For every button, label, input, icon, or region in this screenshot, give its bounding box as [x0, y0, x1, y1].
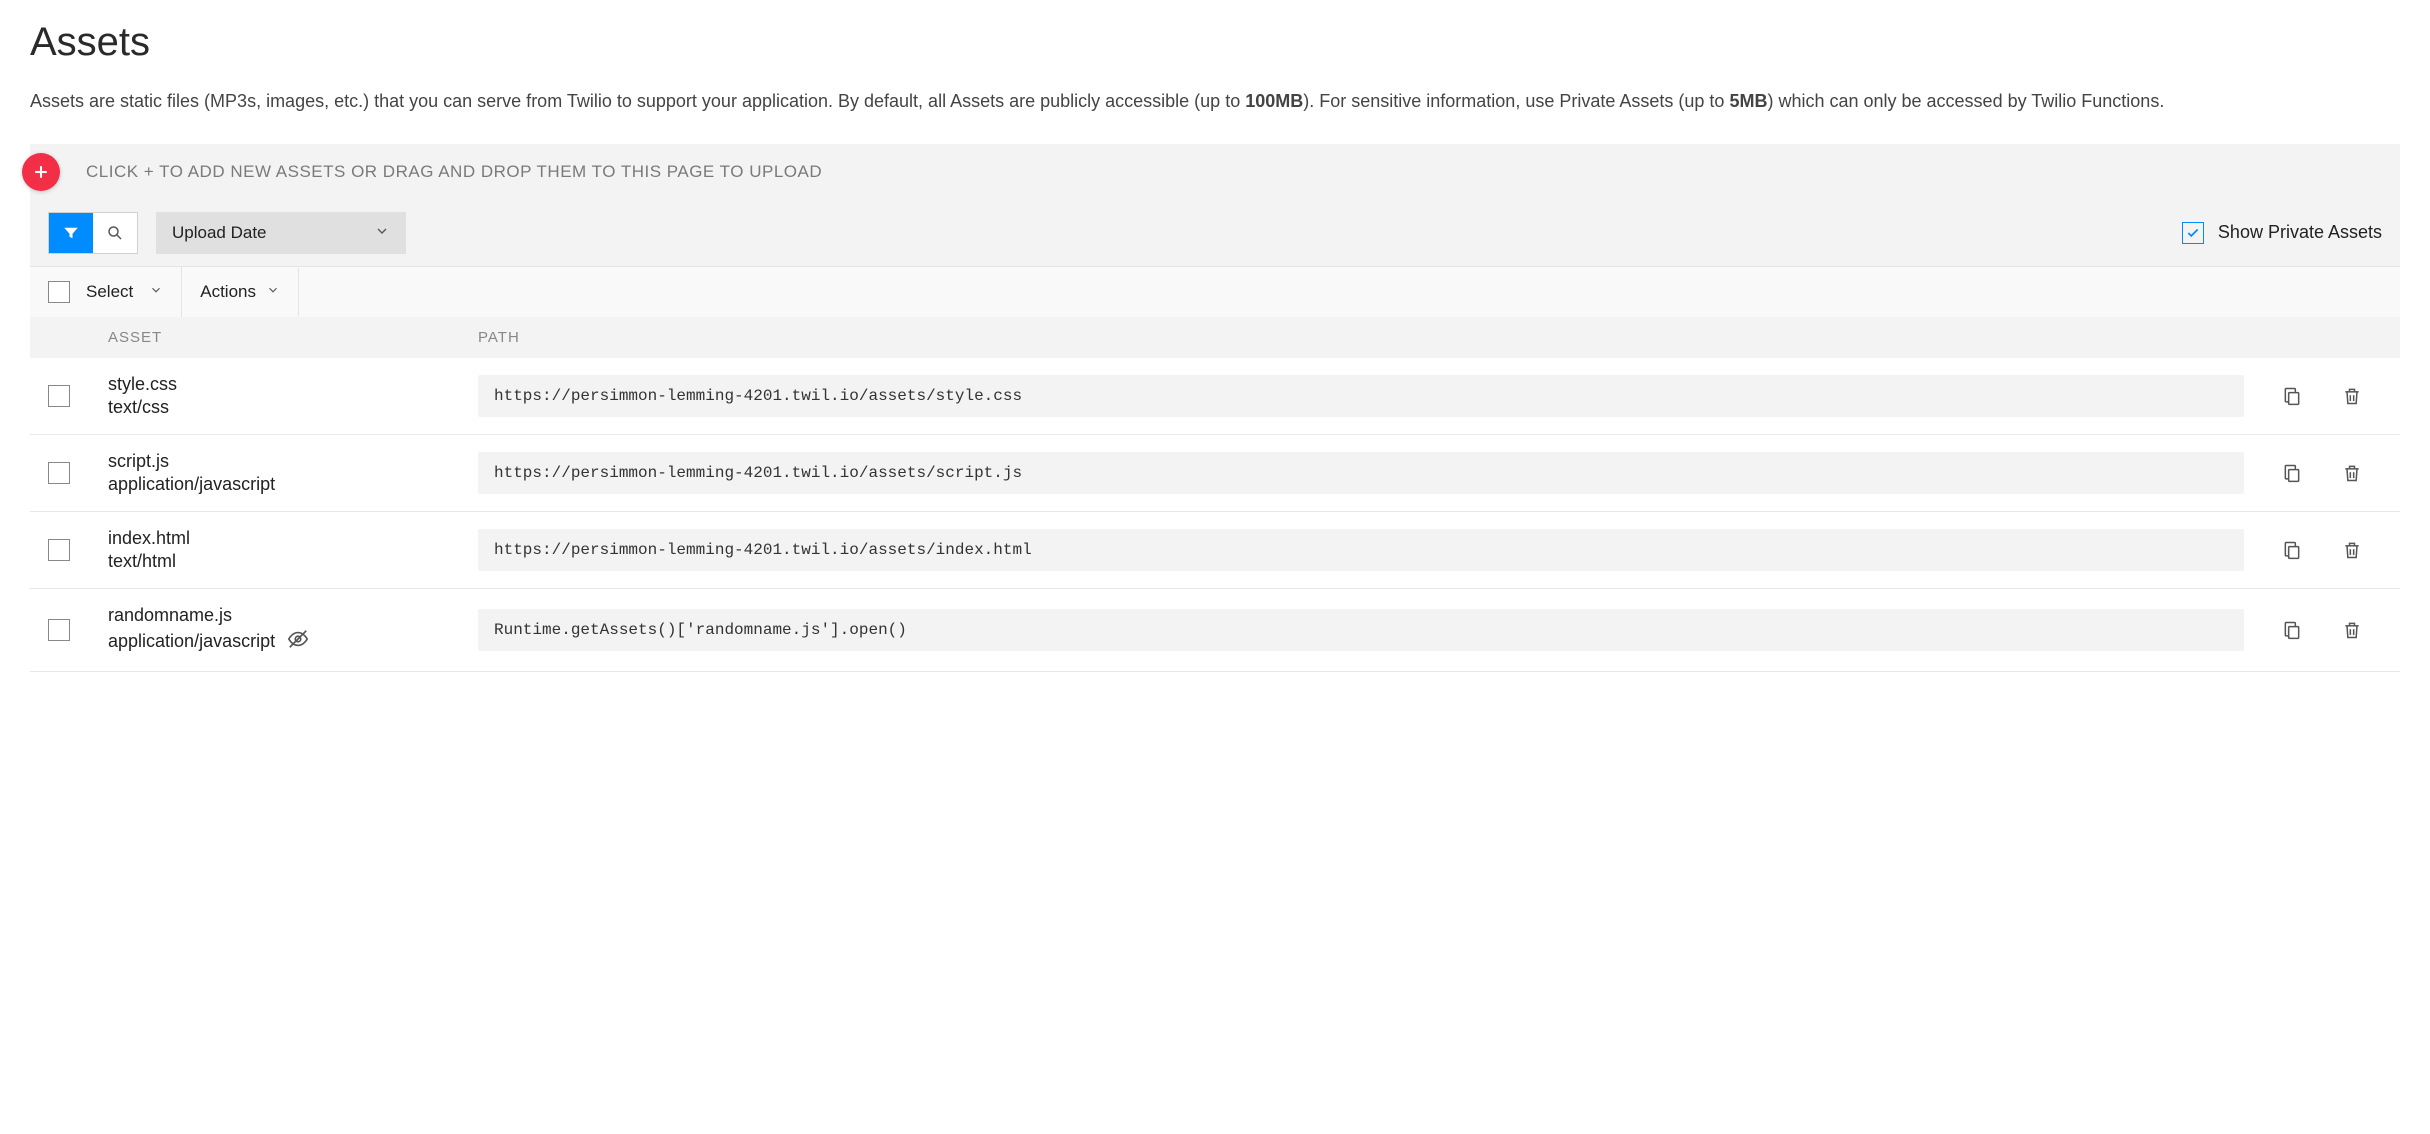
asset-name: index.html: [108, 528, 478, 549]
select-label: Select: [86, 282, 133, 302]
table-row: script.jsapplication/javascripthttps://p…: [30, 435, 2400, 512]
sort-label: Upload Date: [172, 223, 267, 243]
upload-hint-bar[interactable]: CLICK + TO ADD NEW ASSETS OR DRAG AND DR…: [30, 144, 2400, 200]
asset-path: https://persimmon-lemming-4201.twil.io/a…: [478, 452, 2244, 494]
search-icon-button[interactable]: [93, 213, 137, 253]
asset-name: randomname.js: [108, 605, 478, 626]
show-private-toggle[interactable]: Show Private Assets: [2182, 222, 2382, 244]
actions-dropdown[interactable]: Actions: [182, 268, 299, 316]
add-asset-button[interactable]: [22, 153, 60, 191]
row-checkbox[interactable]: [48, 462, 70, 484]
trash-icon[interactable]: [2342, 619, 2362, 641]
public-limit: 100MB: [1245, 91, 1303, 111]
table-header: ASSET PATH: [30, 317, 2400, 358]
select-all-checkbox[interactable]: [48, 281, 70, 303]
trash-icon[interactable]: [2342, 462, 2362, 484]
trash-icon[interactable]: [2342, 539, 2362, 561]
bulk-actions-bar: Select Actions: [30, 266, 2400, 317]
desc-mid: ). For sensitive information, use Privat…: [1303, 91, 1729, 111]
view-mode-toggle: [48, 212, 138, 254]
row-checkbox[interactable]: [48, 385, 70, 407]
table-row: randomname.jsapplication/javascriptRunti…: [30, 589, 2400, 672]
copy-icon[interactable]: [2282, 539, 2302, 561]
chevron-down-icon: [374, 223, 390, 242]
desc-suffix: ) which can only be accessed by Twilio F…: [1767, 91, 2164, 111]
page-description: Assets are static files (MP3s, images, e…: [30, 87, 2400, 116]
chevron-down-icon: [149, 283, 163, 300]
select-all-dropdown[interactable]: Select: [30, 267, 182, 317]
asset-type: application/javascript: [108, 628, 478, 655]
asset-name: style.css: [108, 374, 478, 395]
filter-icon-button[interactable]: [49, 213, 93, 253]
private-icon: [287, 628, 309, 655]
copy-icon[interactable]: [2282, 462, 2302, 484]
filter-bar: Upload Date Show Private Assets: [30, 200, 2400, 266]
asset-type: text/css: [108, 397, 478, 418]
desc-prefix: Assets are static files (MP3s, images, e…: [30, 91, 1245, 111]
private-limit: 5MB: [1729, 91, 1767, 111]
asset-type: application/javascript: [108, 474, 478, 495]
asset-type: text/html: [108, 551, 478, 572]
copy-icon[interactable]: [2282, 385, 2302, 407]
trash-icon[interactable]: [2342, 385, 2362, 407]
chevron-down-icon: [266, 283, 280, 300]
row-checkbox[interactable]: [48, 619, 70, 641]
row-checkbox[interactable]: [48, 539, 70, 561]
page-title: Assets: [30, 20, 2400, 65]
show-private-checkbox[interactable]: [2182, 222, 2204, 244]
asset-path: Runtime.getAssets()['randomname.js'].ope…: [478, 609, 2244, 651]
upload-hint-text: CLICK + TO ADD NEW ASSETS OR DRAG AND DR…: [86, 162, 822, 181]
header-asset: ASSET: [108, 329, 478, 346]
asset-path: https://persimmon-lemming-4201.twil.io/a…: [478, 375, 2244, 417]
asset-name: script.js: [108, 451, 478, 472]
copy-icon[interactable]: [2282, 619, 2302, 641]
table-row: index.htmltext/htmlhttps://persimmon-lem…: [30, 512, 2400, 589]
sort-dropdown[interactable]: Upload Date: [156, 212, 406, 254]
asset-path: https://persimmon-lemming-4201.twil.io/a…: [478, 529, 2244, 571]
header-path: PATH: [478, 329, 2382, 346]
table-row: style.csstext/csshttps://persimmon-lemmi…: [30, 358, 2400, 435]
show-private-label: Show Private Assets: [2218, 222, 2382, 243]
actions-label: Actions: [200, 282, 256, 302]
